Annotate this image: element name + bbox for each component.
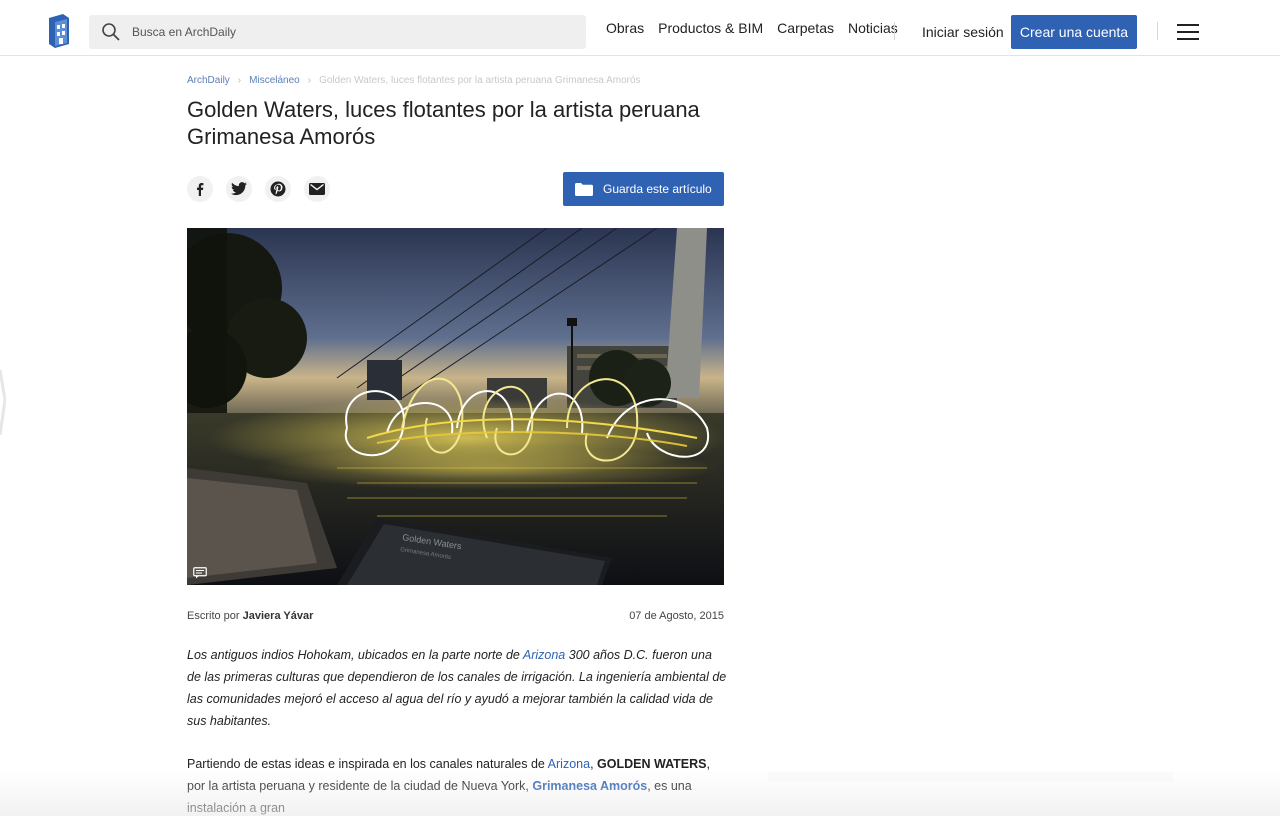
login-link[interactable]: Iniciar sesión bbox=[922, 0, 1004, 56]
caption-icon[interactable] bbox=[193, 567, 207, 579]
archdaily-logo-icon[interactable] bbox=[47, 14, 71, 48]
nav-obras[interactable]: Obras bbox=[606, 20, 644, 36]
nav-productos-bim[interactable]: Productos & BIM bbox=[658, 20, 763, 36]
email-icon bbox=[309, 183, 325, 195]
signup-button[interactable]: Crear una cuenta bbox=[1011, 15, 1137, 49]
chevron-right-icon: › bbox=[237, 75, 242, 86]
facebook-share-button[interactable] bbox=[187, 176, 213, 202]
link-arizona[interactable]: Arizona bbox=[548, 757, 590, 771]
search-bar[interactable] bbox=[89, 15, 586, 49]
breadcrumb-section[interactable]: Misceláneo bbox=[249, 75, 300, 86]
pinterest-share-button[interactable] bbox=[265, 176, 291, 202]
chevron-right-icon: › bbox=[307, 75, 312, 86]
link-grimanesa-amoros[interactable]: Grimanesa Amorós bbox=[532, 779, 647, 793]
menu-divider bbox=[1157, 22, 1158, 40]
byline-prefix: Escrito por bbox=[187, 610, 240, 622]
share-buttons bbox=[187, 176, 343, 202]
search-input[interactable] bbox=[132, 15, 572, 49]
author-name[interactable]: Javiera Yávar bbox=[243, 610, 314, 622]
article-paragraph-1: Los antiguos indios Hohokam, ubicados en… bbox=[187, 644, 727, 732]
side-carousel-arrow-icon[interactable] bbox=[0, 360, 6, 440]
nav-carpetas[interactable]: Carpetas bbox=[777, 20, 834, 36]
article-hero-image[interactable]: Golden Waters Grimanesa Amorós bbox=[187, 228, 724, 585]
article-title: Golden Waters, luces flotantes por la ar… bbox=[187, 97, 700, 149]
sidebar-ad-placeholder bbox=[768, 772, 1173, 782]
save-article-label: Guarda este artículo bbox=[603, 182, 712, 196]
facebook-icon bbox=[197, 183, 204, 196]
article-date: 07 de Agosto, 2015 bbox=[629, 610, 724, 622]
twitter-icon bbox=[231, 182, 247, 196]
article-paragraph-2: Partiendo de estas ideas e inspirada en … bbox=[187, 753, 727, 816]
search-icon bbox=[102, 23, 120, 41]
nav-noticias[interactable]: Noticias bbox=[848, 20, 898, 36]
folder-icon bbox=[575, 182, 593, 196]
save-article-button[interactable]: Guarda este artículo bbox=[563, 172, 724, 206]
golden-waters-photo: Golden Waters Grimanesa Amorós bbox=[187, 228, 724, 585]
breadcrumb: ArchDaily › Misceláneo › Golden Waters, … bbox=[187, 75, 641, 86]
site-header: Obras Productos & BIM Carpetas Noticias … bbox=[0, 0, 1280, 56]
breadcrumb-current: Golden Waters, luces flotantes por la ar… bbox=[319, 75, 641, 86]
email-share-button[interactable] bbox=[304, 176, 330, 202]
paragraph-text: Partiendo de estas ideas e inspirada en … bbox=[187, 757, 548, 771]
hamburger-menu-icon[interactable] bbox=[1177, 24, 1199, 40]
paragraph-text: , bbox=[590, 757, 598, 771]
nav-divider bbox=[894, 22, 895, 40]
paragraph-text: Los antiguos indios Hohokam, ubicados en… bbox=[187, 648, 523, 662]
main-nav: Obras Productos & BIM Carpetas Noticias bbox=[606, 0, 912, 56]
pinterest-icon bbox=[270, 181, 286, 197]
article-byline: Escrito por Javiera Yávar bbox=[187, 610, 313, 622]
breadcrumb-home[interactable]: ArchDaily bbox=[187, 75, 230, 86]
link-arizona[interactable]: Arizona bbox=[523, 648, 565, 662]
twitter-share-button[interactable] bbox=[226, 176, 252, 202]
bold-installation-name: GOLDEN WATERS bbox=[597, 757, 707, 771]
